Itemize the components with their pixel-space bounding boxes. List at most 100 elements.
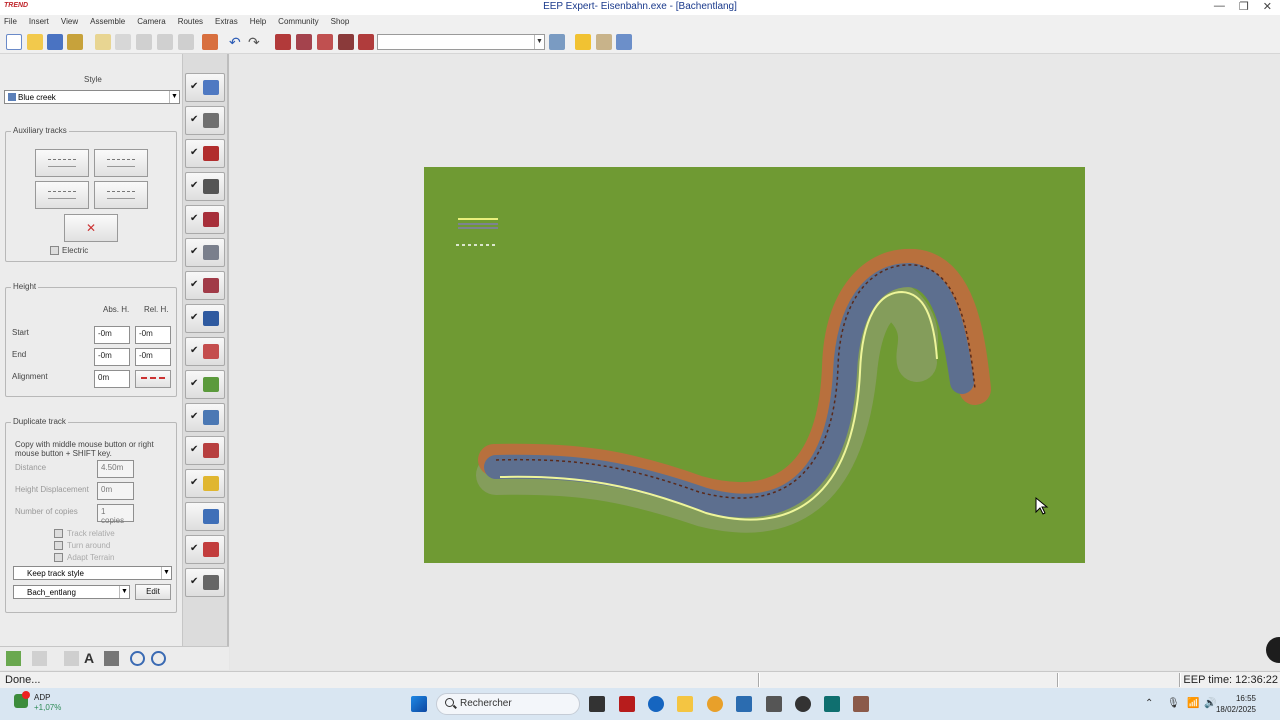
menu-file[interactable]: File: [4, 15, 22, 29]
side-button-1[interactable]: ✔: [185, 73, 225, 102]
track-relative-checkbox[interactable]: [54, 529, 63, 538]
end-rel-input[interactable]: -0m: [135, 348, 171, 366]
rail-icon[interactable]: [296, 34, 312, 50]
microphone-icon[interactable]: 🎙: [1167, 698, 1180, 709]
track-name-select[interactable]: Bach_entlang ▼: [13, 585, 130, 599]
side-button-8[interactable]: ✔: [185, 304, 225, 333]
cut-icon[interactable]: [136, 34, 152, 50]
side-button-5[interactable]: ✔: [185, 205, 225, 234]
side-button-12[interactable]: ✔: [185, 436, 225, 465]
calculator-icon[interactable]: [766, 696, 782, 712]
cube-icon[interactable]: [6, 651, 21, 666]
side-button-11[interactable]: ✔: [185, 403, 225, 432]
side-button-2[interactable]: ✔: [185, 106, 225, 135]
taskbar-search[interactable]: Rechercher: [436, 693, 580, 715]
eep-app-icon[interactable]: [853, 696, 869, 712]
zoom-out-icon[interactable]: [151, 651, 166, 666]
media-app-icon[interactable]: [795, 696, 811, 712]
side-button-14[interactable]: [185, 502, 225, 531]
side-button-10[interactable]: ✔: [185, 370, 225, 399]
aux-track-button-2[interactable]: [94, 149, 148, 177]
menu-extras[interactable]: Extras: [215, 15, 243, 29]
paste-icon[interactable]: [115, 34, 131, 50]
properties-icon[interactable]: [202, 34, 218, 50]
alignment-input[interactable]: 0m: [94, 370, 130, 388]
adapt-terrain-checkbox[interactable]: [54, 553, 63, 562]
duplicate-icon[interactable]: [157, 34, 173, 50]
app-red-icon[interactable]: [619, 696, 635, 712]
distance-input[interactable]: 4.50m: [97, 460, 134, 478]
text-icon[interactable]: A: [84, 651, 99, 666]
taskbar-clock[interactable]: 16:55 18/02/2025: [1216, 693, 1256, 715]
tram-icon[interactable]: [317, 34, 333, 50]
toolbar-combo[interactable]: ▼: [377, 34, 545, 50]
river-icon: [203, 542, 219, 557]
map-view[interactable]: [424, 167, 1085, 563]
aux-track-button-1[interactable]: [35, 149, 89, 177]
restore-button[interactable]: ❐: [1239, 0, 1249, 13]
camera-icon[interactable]: [549, 34, 565, 50]
terminal-app-icon[interactable]: [824, 696, 840, 712]
save-icon[interactable]: [47, 34, 63, 50]
new-file-icon[interactable]: [6, 34, 22, 50]
start-abs-input[interactable]: -0m: [94, 326, 130, 344]
zoom-in-icon[interactable]: [130, 651, 145, 666]
aux-track-button-3[interactable]: [35, 181, 89, 209]
side-button-9[interactable]: ✔: [185, 337, 225, 366]
menu-camera[interactable]: Camera: [137, 15, 170, 29]
close-button[interactable]: ✕: [1263, 0, 1272, 13]
wifi-icon[interactable]: 📶: [1187, 698, 1199, 709]
menu-insert[interactable]: Insert: [29, 15, 54, 29]
redo-icon[interactable]: ↷: [248, 34, 264, 50]
track-edit-icon[interactable]: [275, 34, 291, 50]
chevron-up-icon[interactable]: ⌃: [1145, 698, 1153, 709]
menu-community[interactable]: Community: [278, 15, 323, 29]
side-button-16[interactable]: ✔: [185, 568, 225, 597]
menu-help[interactable]: Help: [250, 15, 271, 29]
menu-assemble[interactable]: Assemble: [90, 15, 130, 29]
side-button-13[interactable]: ✔: [185, 469, 225, 498]
document-icon[interactable]: [736, 696, 752, 712]
windows-start-icon[interactable]: [411, 696, 427, 712]
side-button-15[interactable]: ✔: [185, 535, 225, 564]
side-button-7[interactable]: ✔: [185, 271, 225, 300]
open-folder-icon[interactable]: [27, 34, 43, 50]
alignment-tool-button[interactable]: [135, 370, 171, 388]
task-view-icon[interactable]: [589, 696, 605, 712]
style-select[interactable]: Blue creek ▼: [4, 90, 180, 104]
menu-shop[interactable]: Shop: [331, 15, 355, 29]
side-button-3[interactable]: ✔: [185, 139, 225, 168]
check-icon: ✔: [190, 411, 199, 422]
keep-style-select[interactable]: Keep track style ▼: [13, 566, 172, 580]
tools-icon[interactable]: [596, 34, 612, 50]
save-as-icon[interactable]: [67, 34, 83, 50]
water-icon[interactable]: [358, 34, 374, 50]
aux-track-delete-button[interactable]: ✕: [64, 214, 118, 242]
link-icon[interactable]: [32, 651, 47, 666]
aux-track-button-4[interactable]: [94, 181, 148, 209]
volume-icon[interactable]: 🔊: [1204, 698, 1216, 709]
electric-checkbox[interactable]: [50, 246, 59, 255]
minimize-button[interactable]: —: [1214, 0, 1225, 13]
undo-icon[interactable]: ↶: [229, 34, 245, 50]
copies-input[interactable]: 1 copies: [97, 504, 134, 525]
delete-icon[interactable]: [178, 34, 194, 50]
side-button-6[interactable]: ✔: [185, 238, 225, 267]
settings-icon[interactable]: [575, 34, 591, 50]
edit-button[interactable]: Edit: [135, 584, 171, 600]
height-displacement-input[interactable]: 0m: [97, 482, 134, 500]
start-rel-input[interactable]: -0m: [135, 326, 171, 344]
side-button-4[interactable]: ✔: [185, 172, 225, 201]
grid-icon[interactable]: [64, 651, 79, 666]
menu-routes[interactable]: Routes: [178, 15, 208, 29]
road-icon[interactable]: [338, 34, 354, 50]
chrome-icon[interactable]: [707, 696, 723, 712]
file-explorer-icon[interactable]: [677, 696, 693, 712]
turn-around-checkbox[interactable]: [54, 541, 63, 550]
end-abs-input[interactable]: -0m: [94, 348, 130, 366]
edge-browser-icon[interactable]: [648, 696, 664, 712]
menu-view[interactable]: View: [61, 15, 83, 29]
copy-icon[interactable]: [95, 34, 111, 50]
object-icon[interactable]: [104, 651, 119, 666]
help-icon[interactable]: [616, 34, 632, 50]
